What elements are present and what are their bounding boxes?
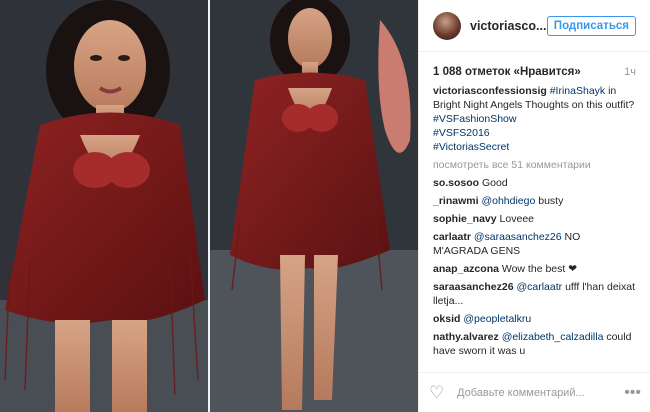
comment-mention[interactable]: @peopletalkru [463, 313, 531, 325]
likes-count[interactable]: 1 088 отметок «Нравится» [433, 66, 581, 78]
comment-item: anap_azcona Wow the best ❤ [433, 262, 636, 276]
avatar[interactable] [433, 11, 461, 40]
caption-text-2: Thoughts on this outfit? [525, 99, 635, 111]
header-username[interactable]: victoriasco... [470, 19, 547, 33]
post-header: victoriasco... Подписаться [419, 0, 650, 52]
hashtag-link[interactable]: #VSFashionShow [433, 112, 636, 126]
heart-outline-icon[interactable]: ♡ [429, 383, 447, 402]
instagram-post-view: victoriasco... Подписаться 1 088 отметок… [0, 0, 650, 412]
caption: victoriasconfessionsig #IrinaShayk in Br… [433, 84, 636, 154]
comments-list: victoriasconfessionsig #IrinaShayk in Br… [419, 84, 650, 362]
comment-username[interactable]: carlaatr [433, 231, 471, 243]
comment-item: sophie_navy Loveee [433, 212, 636, 226]
comment-username[interactable]: nathy.alvarez [433, 331, 499, 343]
comment-text: busty [538, 195, 564, 207]
photo-left-half [0, 0, 208, 412]
comment-mention[interactable]: @saraasanchez26 [474, 231, 562, 243]
comment-mention[interactable]: @elizabeth_calzadilla [502, 331, 604, 343]
comment-username[interactable]: oksid [433, 313, 460, 325]
comment-username[interactable]: sophie_navy [433, 213, 497, 225]
caption-username[interactable]: victoriasconfessionsig [433, 85, 547, 97]
likes-row: 1 088 отметок «Нравится» 1ч [419, 52, 650, 84]
caption-mention[interactable]: #IrinaShayk [550, 85, 605, 97]
comment-mention[interactable]: @carlaatr [516, 281, 562, 293]
comment-username[interactable]: saraasanchez26 [433, 281, 514, 293]
comment-username[interactable]: anap_azcona [433, 263, 499, 275]
comment-item: carlaatr @saraasanchez26 NO M'AGRADA GEN… [433, 230, 636, 258]
photo-right-half [210, 0, 418, 412]
follow-button[interactable]: Подписаться [546, 15, 636, 36]
comment-text: Loveee [499, 213, 534, 225]
comment-item: _rinawmi @ohhdiego busty [433, 194, 636, 208]
comment-text: Wow the best ❤ [501, 263, 578, 275]
hashtag-link[interactable]: #VictoriasSecret [433, 140, 636, 154]
comment-text: Good [482, 177, 508, 189]
comment-username[interactable]: so.sosoo [433, 177, 479, 189]
post-time: 1ч [624, 66, 636, 78]
comment-item: so.sosoo Good [433, 176, 636, 190]
view-all-comments-link[interactable]: посмотреть все 51 комментарии [433, 158, 636, 172]
comment-item: saraasanchez26 @carlaatr ufff l'han deix… [433, 280, 636, 308]
post-photo[interactable] [0, 0, 418, 412]
comment-username[interactable]: _rinawmi [433, 195, 479, 207]
comment-item: nathy.alvarez @elizabeth_calzadilla coul… [433, 330, 636, 358]
comment-footer: ♡ Добавьте комментарий... ••• [419, 372, 650, 412]
hashtag-link[interactable]: #VSFS2016 [433, 126, 636, 140]
runway-model-image-right [210, 0, 418, 412]
post-side-panel: victoriasco... Подписаться 1 088 отметок… [418, 0, 650, 412]
add-comment-input[interactable]: Добавьте комментарий... [457, 387, 624, 399]
runway-model-image-left [0, 0, 208, 412]
comment-mention[interactable]: @ohhdiego [481, 195, 535, 207]
more-dots-icon[interactable]: ••• [624, 384, 641, 402]
comment-item: oksid @peopletalkru [433, 312, 636, 326]
